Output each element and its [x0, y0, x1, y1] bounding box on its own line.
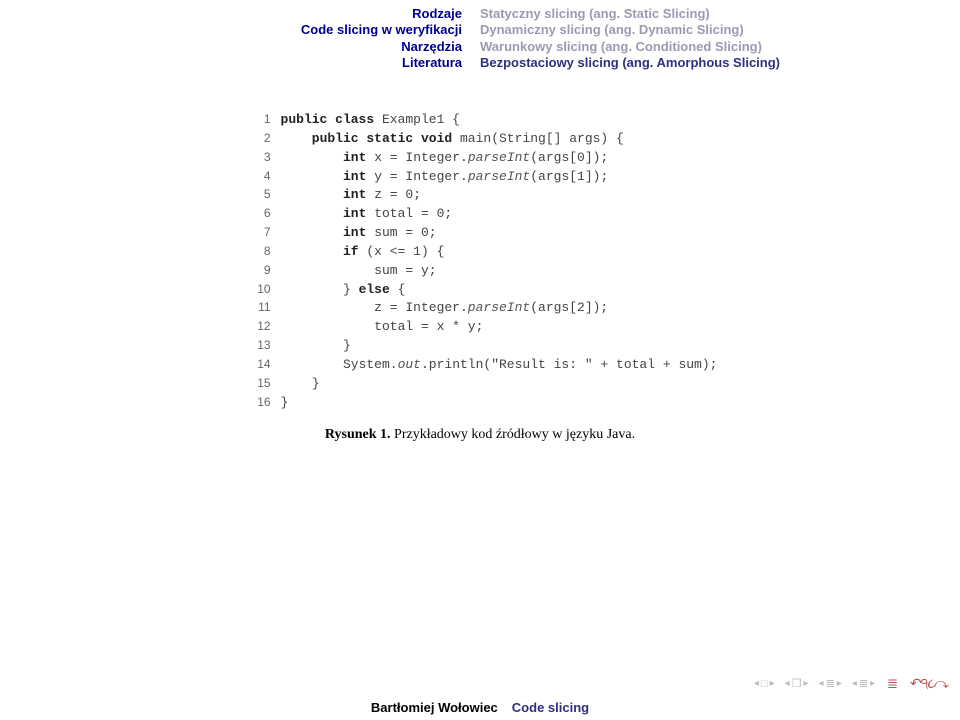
code-line: 7 int sum = 0;: [243, 224, 718, 243]
line-number: 11: [243, 299, 281, 318]
code-line: 13 }: [243, 337, 718, 356]
code-text: if (x <= 1) {: [281, 243, 445, 262]
code-line: 10 } else {: [243, 281, 718, 300]
code-line: 2 public static void main(String[] args)…: [243, 130, 718, 149]
code-line: 5 int z = 0;: [243, 186, 718, 205]
code-text: z = Integer.parseInt(args[2]);: [281, 299, 609, 318]
nav-section-group[interactable]: ◂≣▸: [819, 677, 842, 690]
line-number: 10: [243, 281, 281, 300]
line-number: 9: [243, 262, 281, 281]
code-text: int z = 0;: [281, 186, 421, 205]
footer-author: Bartłomiej Wołowiec: [371, 700, 498, 715]
code-text: }: [281, 337, 351, 356]
outline-subsection[interactable]: Dynamiczny slicing (ang. Dynamic Slicing…: [480, 22, 744, 38]
code-line: 3 int x = Integer.parseInt(args[0]);: [243, 149, 718, 168]
line-number: 16: [243, 394, 281, 413]
line-number: 3: [243, 149, 281, 168]
line-number: 8: [243, 243, 281, 262]
code-text: public class Example1 {: [281, 111, 460, 130]
line-number: 1: [243, 111, 281, 130]
line-number: 6: [243, 205, 281, 224]
code-text: }: [281, 394, 289, 413]
footer-title: Code slicing: [512, 700, 589, 715]
code-line: 1public class Example1 {: [243, 111, 718, 130]
outline-section[interactable]: Literatura: [402, 55, 462, 71]
code-text: System.out.println("Result is: " + total…: [281, 356, 718, 375]
beamer-nav-bar: ◂□▸ ◂❐▸ ◂≣▸ ◂≣▸ ≣ ↶੧૮↷: [754, 675, 948, 692]
line-number: 2: [243, 130, 281, 149]
outline-subsection[interactable]: Warunkowy slicing (ang. Conditioned Slic…: [480, 39, 762, 55]
code-line: 11 z = Integer.parseInt(args[2]);: [243, 299, 718, 318]
code-line: 15 }: [243, 375, 718, 394]
caption-label: Rysunek 1.: [325, 427, 391, 442]
nav-mode-icon[interactable]: ≣: [887, 676, 898, 692]
line-number: 12: [243, 318, 281, 337]
code-line: 8 if (x <= 1) {: [243, 243, 718, 262]
code-line: 14 System.out.println("Result is: " + to…: [243, 356, 718, 375]
code-text: int total = 0;: [281, 205, 453, 224]
outline-subsection[interactable]: Statyczny slicing (ang. Static Slicing): [480, 6, 710, 22]
outline-subsection[interactable]: Bezpostaciowy slicing (ang. Amorphous Sl…: [480, 55, 780, 71]
outline-left: RodzajeCode slicing w weryfikacjiNarzędz…: [0, 6, 480, 71]
code-line: 6 int total = 0;: [243, 205, 718, 224]
code-text: }: [281, 375, 320, 394]
code-text: int y = Integer.parseInt(args[1]);: [281, 168, 609, 187]
slide-footer: Bartłomiej Wołowiec Code slicing: [0, 694, 960, 720]
caption-text: Przykładowy kod źródłowy w języku Java.: [391, 427, 636, 442]
line-number: 4: [243, 168, 281, 187]
code-line: 9 sum = y;: [243, 262, 718, 281]
outline-section[interactable]: Rodzaje: [412, 6, 462, 22]
line-number: 15: [243, 375, 281, 394]
code-text: public static void main(String[] args) {: [281, 130, 624, 149]
slide-header: RodzajeCode slicing w weryfikacjiNarzędz…: [0, 0, 960, 81]
nav-slide-group[interactable]: ◂□▸: [754, 678, 775, 690]
code-line: 12 total = x * y;: [243, 318, 718, 337]
nav-frame-group[interactable]: ◂❐▸: [785, 677, 809, 690]
code-text: int sum = 0;: [281, 224, 437, 243]
line-number: 14: [243, 356, 281, 375]
slide-content: 1public class Example1 {2 public static …: [0, 81, 960, 443]
code-text: sum = y;: [281, 262, 437, 281]
nav-subsection-group[interactable]: ◂≣▸: [852, 677, 875, 690]
line-number: 13: [243, 337, 281, 356]
nav-back-forward-icon[interactable]: ↶੧૮↷: [910, 675, 948, 692]
code-listing: 1public class Example1 {2 public static …: [243, 111, 718, 413]
code-line: 4 int y = Integer.parseInt(args[1]);: [243, 168, 718, 187]
code-line: 16}: [243, 394, 718, 413]
code-text: total = x * y;: [281, 318, 484, 337]
code-text: int x = Integer.parseInt(args[0]);: [281, 149, 609, 168]
outline-section[interactable]: Code slicing w weryfikacji: [301, 22, 462, 38]
line-number: 5: [243, 186, 281, 205]
line-number: 7: [243, 224, 281, 243]
outline-section[interactable]: Narzędzia: [401, 39, 462, 55]
figure-caption: Rysunek 1. Przykładowy kod źródłowy w ję…: [325, 427, 635, 443]
code-text: } else {: [281, 281, 406, 300]
outline-right: Statyczny slicing (ang. Static Slicing)D…: [480, 6, 960, 71]
